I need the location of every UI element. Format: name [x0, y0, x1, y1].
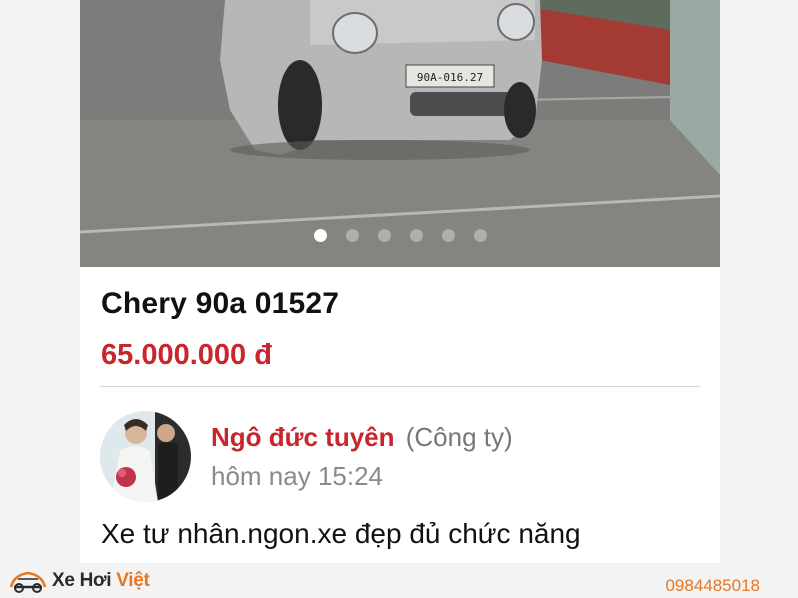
photo-dot-6[interactable]	[474, 229, 487, 242]
listing-card: 90A-016.27 Chery 90a 01527 65.000.000 đ	[80, 0, 720, 563]
site-logo[interactable]: Xe Hơi Việt	[8, 566, 150, 596]
listing-description: Xe tư nhân.ngon.xe đẹp đủ chức năng	[101, 518, 581, 549]
divider	[100, 386, 700, 387]
car-photo-illustration: 90A-016.27	[80, 0, 720, 267]
contact-phone[interactable]: 0984485018	[665, 576, 760, 596]
seller-avatar[interactable]	[100, 411, 191, 502]
photo-dot-1[interactable]	[314, 229, 327, 242]
logo-text: Xe Hơi Việt	[52, 570, 150, 592]
avatar-photo	[100, 411, 191, 502]
photo-dot-2[interactable]	[346, 229, 359, 242]
listing-photo[interactable]: 90A-016.27	[80, 0, 720, 267]
photo-dot-4[interactable]	[410, 229, 423, 242]
page: 90A-016.27 Chery 90a 01527 65.000.000 đ	[0, 0, 798, 598]
listing-title: Chery 90a 01527	[101, 287, 340, 320]
listing-price: 65.000.000 đ	[101, 339, 272, 371]
posted-time: hôm nay 15:24	[211, 461, 384, 491]
photo-dot-5[interactable]	[442, 229, 455, 242]
car-logo-icon	[9, 571, 47, 593]
logo-text-viet: Việt	[116, 570, 150, 591]
license-plate-text: 90A-016.27	[417, 71, 483, 84]
logo-text-xehoi: Xe Hơi	[52, 570, 117, 591]
photo-pagination	[80, 229, 720, 245]
seller-type: (Công ty)	[405, 422, 513, 452]
photo-dot-3[interactable]	[378, 229, 391, 242]
seller-info: Ngô đức tuyên (Công ty)	[211, 422, 513, 453]
seller-name[interactable]: Ngô đức tuyên	[211, 422, 395, 452]
